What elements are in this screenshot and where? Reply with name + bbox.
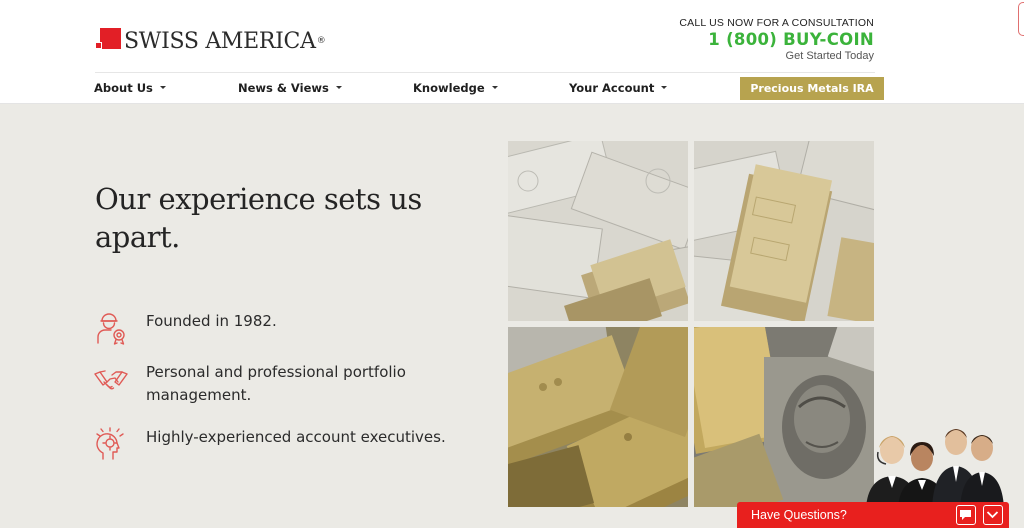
site-logo[interactable]: SWISS AMERICA ® <box>95 28 326 54</box>
head-idea-icon <box>96 427 124 460</box>
chat-widget-bar[interactable]: Have Questions? <box>737 502 1009 528</box>
caret-down-icon <box>159 86 166 89</box>
caret-down-icon <box>335 86 342 89</box>
registered-mark: ® <box>316 36 326 46</box>
photo-tile-bottom-left <box>508 327 688 507</box>
feature-item-executives: Highly-experienced account executives. <box>93 426 466 462</box>
caret-down-icon <box>491 86 498 89</box>
main-nav: About Us News & Views Knowledge Your Acc… <box>0 77 1024 101</box>
feature-item-portfolio: Personal and professional portfolio mana… <box>93 361 466 407</box>
logo-mark-icon <box>95 28 121 54</box>
photo-tile-bottom-right <box>694 327 874 507</box>
handshake-icon <box>94 370 128 390</box>
logo-text: SWISS AMERICA <box>124 28 316 54</box>
nav-item-knowledge[interactable]: Knowledge <box>413 81 498 95</box>
feature-text: Highly-experienced account executives. <box>146 428 446 446</box>
chevron-down-icon[interactable] <box>983 505 1003 525</box>
nav-item-about-us[interactable]: About Us <box>94 81 166 95</box>
precious-metals-ira-button[interactable]: Precious Metals IRA <box>740 77 884 100</box>
nav-divider <box>95 72 875 73</box>
chat-label: Have Questions? <box>751 508 847 522</box>
nav-item-label: About Us <box>94 81 153 95</box>
contact-block: CALL US NOW FOR A CONSULTATION 1 (800) B… <box>679 17 874 62</box>
nav-item-label: Knowledge <box>413 81 485 95</box>
feature-text: Personal and professional portfolio mana… <box>146 363 406 404</box>
feature-text: Founded in 1982. <box>146 312 277 330</box>
worker-badge-icon <box>97 313 125 345</box>
hero-section: Our experience sets us apart. Founded in… <box>0 104 1024 528</box>
hero-headline: Our experience sets us apart. <box>95 182 422 254</box>
feature-item-founded: Founded in 1982. <box>93 310 466 346</box>
caret-down-icon <box>661 86 668 89</box>
call-label: CALL US NOW FOR A CONSULTATION <box>679 17 874 29</box>
nav-item-news-views[interactable]: News & Views <box>238 81 342 95</box>
nav-item-label: Your Account <box>569 81 655 95</box>
side-tab[interactable] <box>1018 2 1024 36</box>
nav-item-your-account[interactable]: Your Account <box>569 81 668 95</box>
photo-tile-top-right <box>694 141 874 321</box>
chat-bubble-icon[interactable] <box>956 505 976 525</box>
phone-number-link[interactable]: 1 (800) BUY-COIN <box>679 30 874 49</box>
gold-bars-and-dollar-bills-photo <box>508 141 874 507</box>
nav-item-label: News & Views <box>238 81 329 95</box>
get-started-link[interactable]: Get Started Today <box>679 50 874 62</box>
photo-tile-top-left <box>508 141 688 321</box>
site-header: SWISS AMERICA ® CALL US NOW FOR A CONSUL… <box>0 0 1024 104</box>
support-agents-image[interactable] <box>860 418 1010 508</box>
